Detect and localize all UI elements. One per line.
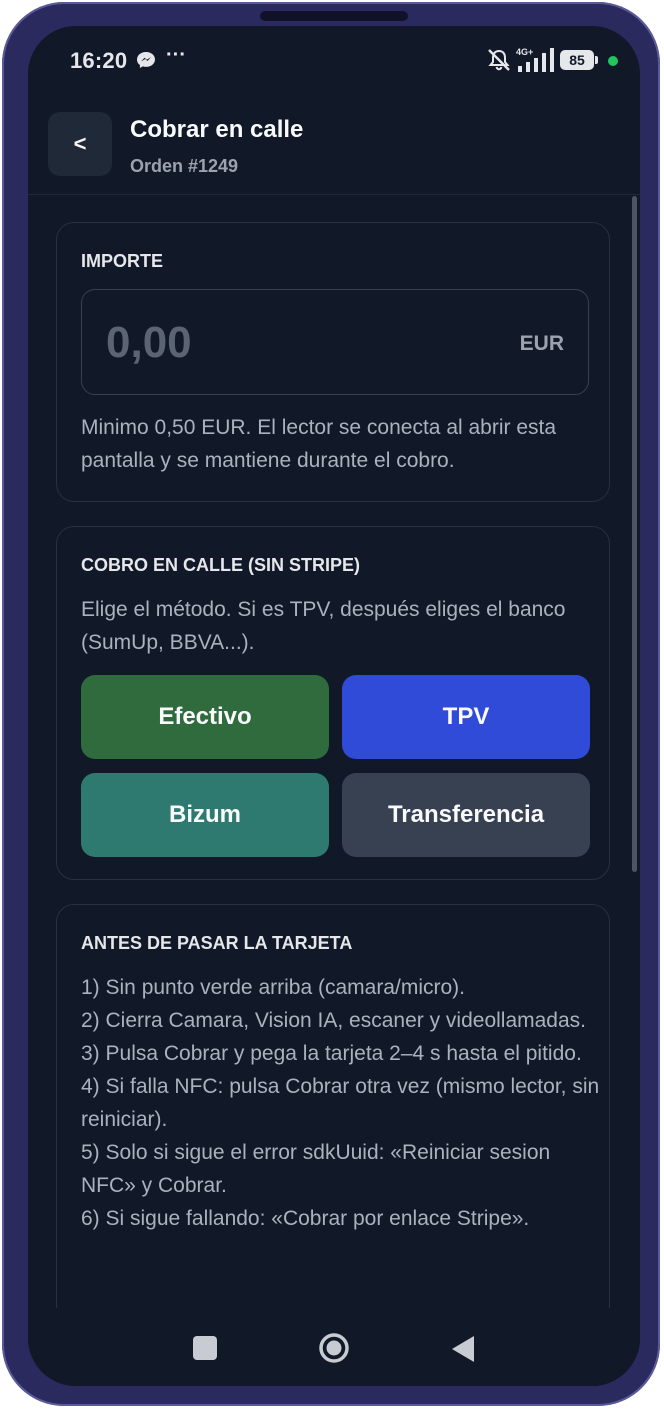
battery-tip xyxy=(595,56,598,64)
system-nav-bar xyxy=(28,1308,640,1386)
phone-frame: 16:20 ··· 4G+ 85 < Cobrar en calle Orden… xyxy=(2,2,660,1406)
payment-method-help: Elige el método. Si es TPV, después elig… xyxy=(81,598,566,654)
battery-indicator: 85 xyxy=(560,50,594,70)
circle-icon[interactable] xyxy=(318,1332,350,1364)
payment-method-card: COBRO EN CALLE (SIN STRIPE) Elige el mét… xyxy=(56,526,610,880)
order-number: Orden #1249 xyxy=(130,156,239,176)
status-time: 16:20 xyxy=(70,48,128,73)
back-button[interactable]: < xyxy=(48,112,112,176)
bizum-button[interactable]: Bizum xyxy=(81,773,329,857)
instruction-step: 4) Si falla NFC: pulsa Cobrar otra vez (… xyxy=(81,1075,600,1131)
instruction-step: 1) Sin punto verde arriba (camara/micro)… xyxy=(81,976,465,999)
instruction-step: 6) Si sigue fallando: «Cobrar por enlace… xyxy=(81,1207,530,1230)
privacy-indicator-dot xyxy=(608,56,618,66)
amount-help-text: Minimo 0,50 EUR. El lector se conecta al… xyxy=(81,416,557,472)
instructions-card: ANTES DE PASAR LA TARJETA 1) Sin punto v… xyxy=(56,904,610,1344)
status-bar: 16:20 ··· 4G+ 85 xyxy=(28,26,640,96)
instructions-label: ANTES DE PASAR LA TARJETA xyxy=(81,933,353,953)
app-header: < Cobrar en calle Orden #1249 xyxy=(28,96,640,195)
cash-button[interactable]: Efectivo xyxy=(81,675,329,759)
signal-4g-icon: 4G+ xyxy=(516,47,554,72)
amount-input[interactable]: 0,00 EUR xyxy=(81,289,589,395)
page-title: Cobrar en calle xyxy=(130,116,304,143)
screen: 16:20 ··· 4G+ 85 < Cobrar en calle Orden… xyxy=(28,26,640,1386)
instruction-step: 2) Cierra Camara, Vision IA, escaner y v… xyxy=(81,1009,586,1032)
amount-card: IMPORTE 0,00 EUR Minimo 0,50 EUR. El lec… xyxy=(56,222,610,502)
transfer-button[interactable]: Transferencia xyxy=(342,773,590,857)
tpv-button[interactable]: TPV xyxy=(342,675,590,759)
instruction-step: 3) Pulsa Cobrar y pega la tarjeta 2–4 s … xyxy=(81,1042,582,1065)
messenger-icon xyxy=(137,52,155,68)
square-icon[interactable] xyxy=(193,1336,217,1360)
scrollbar[interactable] xyxy=(632,196,637,872)
amount-label: IMPORTE xyxy=(81,251,164,271)
speaker-grille xyxy=(260,11,408,21)
triangle-back-icon[interactable] xyxy=(450,1334,476,1364)
instructions-list: 1) Sin punto verde arriba (camara/micro)… xyxy=(81,971,601,1235)
amount-placeholder: 0,00 xyxy=(106,318,192,367)
payment-method-label: COBRO EN CALLE (SIN STRIPE) xyxy=(81,555,361,575)
status-overflow-dots: ··· xyxy=(166,44,186,66)
svg-text:4G+: 4G+ xyxy=(516,47,533,57)
instruction-step: 5) Solo si sigue el error sdkUuid: «Rein… xyxy=(81,1141,551,1197)
currency-label: EUR xyxy=(519,332,564,355)
bell-off-icon xyxy=(488,49,510,71)
